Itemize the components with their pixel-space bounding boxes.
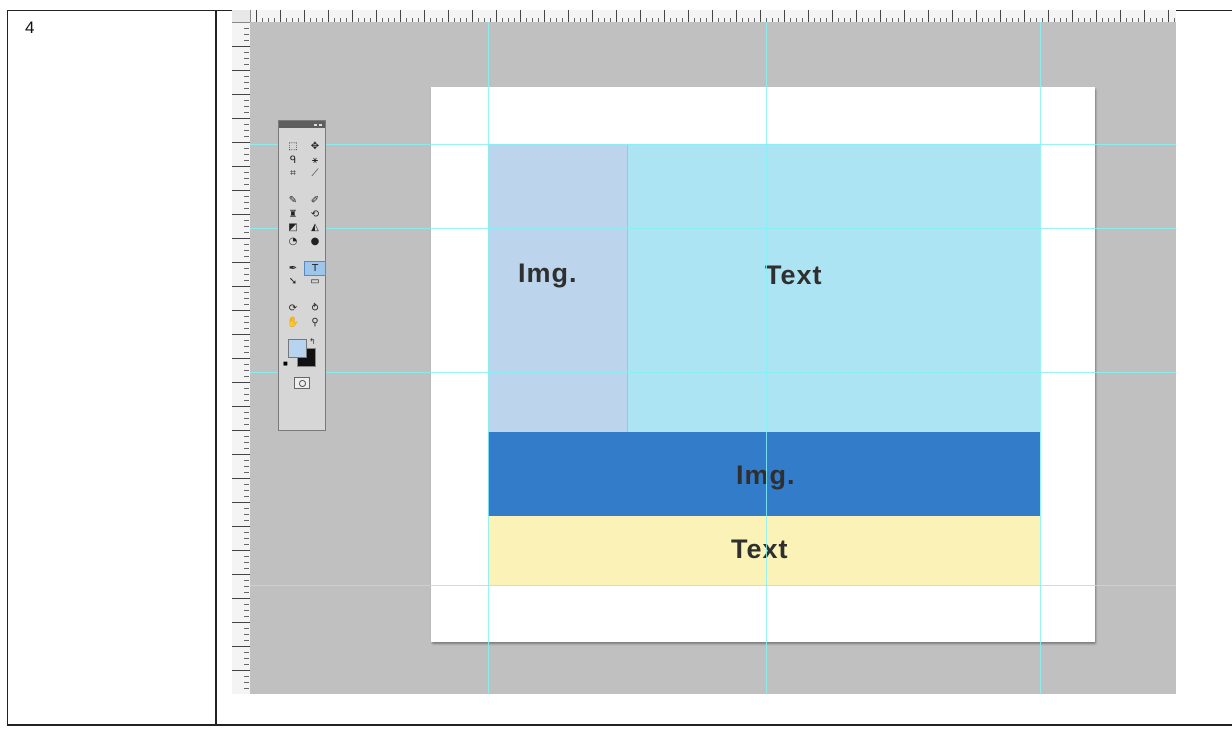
tool-separator (283, 248, 325, 250)
color-swatches: ■ ↰ (279, 337, 325, 371)
swap-colors-icon[interactable]: ↰ (309, 337, 316, 346)
tool-separator (283, 289, 325, 291)
hand-tool-icon[interactable]: ✋ (283, 316, 303, 330)
tools-grid: ⬚ ✥ ᑫ ⚹ ⌗ ⟋ ✎ ✐ ♜ ⟲ ◩ ◭ ◔ ● ✒ T ➘ ▭ ⟳ ⥁ ✋ ⚲ (279, 128, 326, 330)
top-image-block[interactable]: Img. (488, 144, 628, 432)
shape-tool-icon[interactable]: ▭ (305, 275, 325, 289)
brush-tool-icon[interactable]: ✐ (305, 194, 325, 208)
eyedropper-tool-icon[interactable]: ⟋ (305, 167, 325, 181)
eraser-tool-icon[interactable]: ◩ (283, 221, 303, 235)
bottom-text-label: Text (731, 534, 789, 564)
guide-horizontal[interactable] (250, 144, 1176, 145)
guide-vertical[interactable] (1040, 22, 1041, 694)
move-tool-icon[interactable]: ✥ (305, 140, 325, 154)
step-number: 4 (25, 18, 35, 37)
3d-orbit-tool-icon[interactable]: ⥁ (305, 302, 325, 316)
quick-mask-icon[interactable] (294, 377, 310, 389)
blur-tool-icon[interactable]: ◔ (283, 235, 303, 249)
crop-tool-icon[interactable]: ⌗ (283, 167, 303, 181)
table-column-divider (215, 10, 217, 726)
type-tool-icon[interactable]: T (304, 260, 326, 276)
bottom-text-block[interactable]: Text (488, 516, 1040, 585)
pen-tool-icon[interactable]: ✒ (283, 262, 303, 276)
dodge-tool-icon[interactable]: ● (305, 235, 325, 249)
magic-wand-tool-icon[interactable]: ⚹ (305, 154, 325, 168)
tools-panel[interactable]: ⬚ ✥ ᑫ ⚹ ⌗ ⟋ ✎ ✐ ♜ ⟲ ◩ ◭ ◔ ● ✒ T ➘ ▭ ⟳ ⥁ ✋ ⚲ ■ ↰ (278, 120, 326, 431)
vertical-ruler-major-ticks (232, 22, 250, 694)
ruler-origin[interactable] (232, 10, 251, 23)
marquee-tool-icon[interactable]: ⬚ (283, 140, 303, 154)
guide-horizontal[interactable] (250, 585, 1176, 586)
path-selection-tool-icon[interactable]: ➘ (283, 275, 303, 289)
middle-image-block[interactable]: Img. (488, 432, 1040, 516)
close-icon[interactable] (319, 123, 322, 126)
foreground-color-swatch[interactable] (288, 339, 307, 358)
lasso-tool-icon[interactable]: ᑫ (283, 154, 303, 168)
zoom-tool-icon[interactable]: ⚲ (305, 316, 325, 330)
top-text-label: Text (765, 260, 823, 290)
default-colors-icon[interactable]: ■ (283, 359, 288, 368)
guide-vertical[interactable] (766, 22, 767, 694)
guide-horizontal[interactable] (250, 228, 1176, 229)
tool-separator (283, 181, 325, 183)
horizontal-ruler-major-ticks (232, 10, 1176, 22)
top-image-label: Img. (518, 258, 578, 288)
collapse-icon[interactable] (314, 123, 317, 126)
clone-stamp-tool-icon[interactable]: ♜ (283, 208, 303, 222)
guide-horizontal[interactable] (250, 372, 1176, 373)
paint-bucket-tool-icon[interactable]: ◭ (305, 221, 325, 235)
3d-rotate-tool-icon[interactable]: ⟳ (283, 302, 303, 316)
history-brush-tool-icon[interactable]: ⟲ (305, 208, 325, 222)
tools-panel-header[interactable] (279, 121, 325, 128)
healing-brush-tool-icon[interactable]: ✎ (283, 194, 303, 208)
guide-vertical[interactable] (488, 22, 489, 694)
